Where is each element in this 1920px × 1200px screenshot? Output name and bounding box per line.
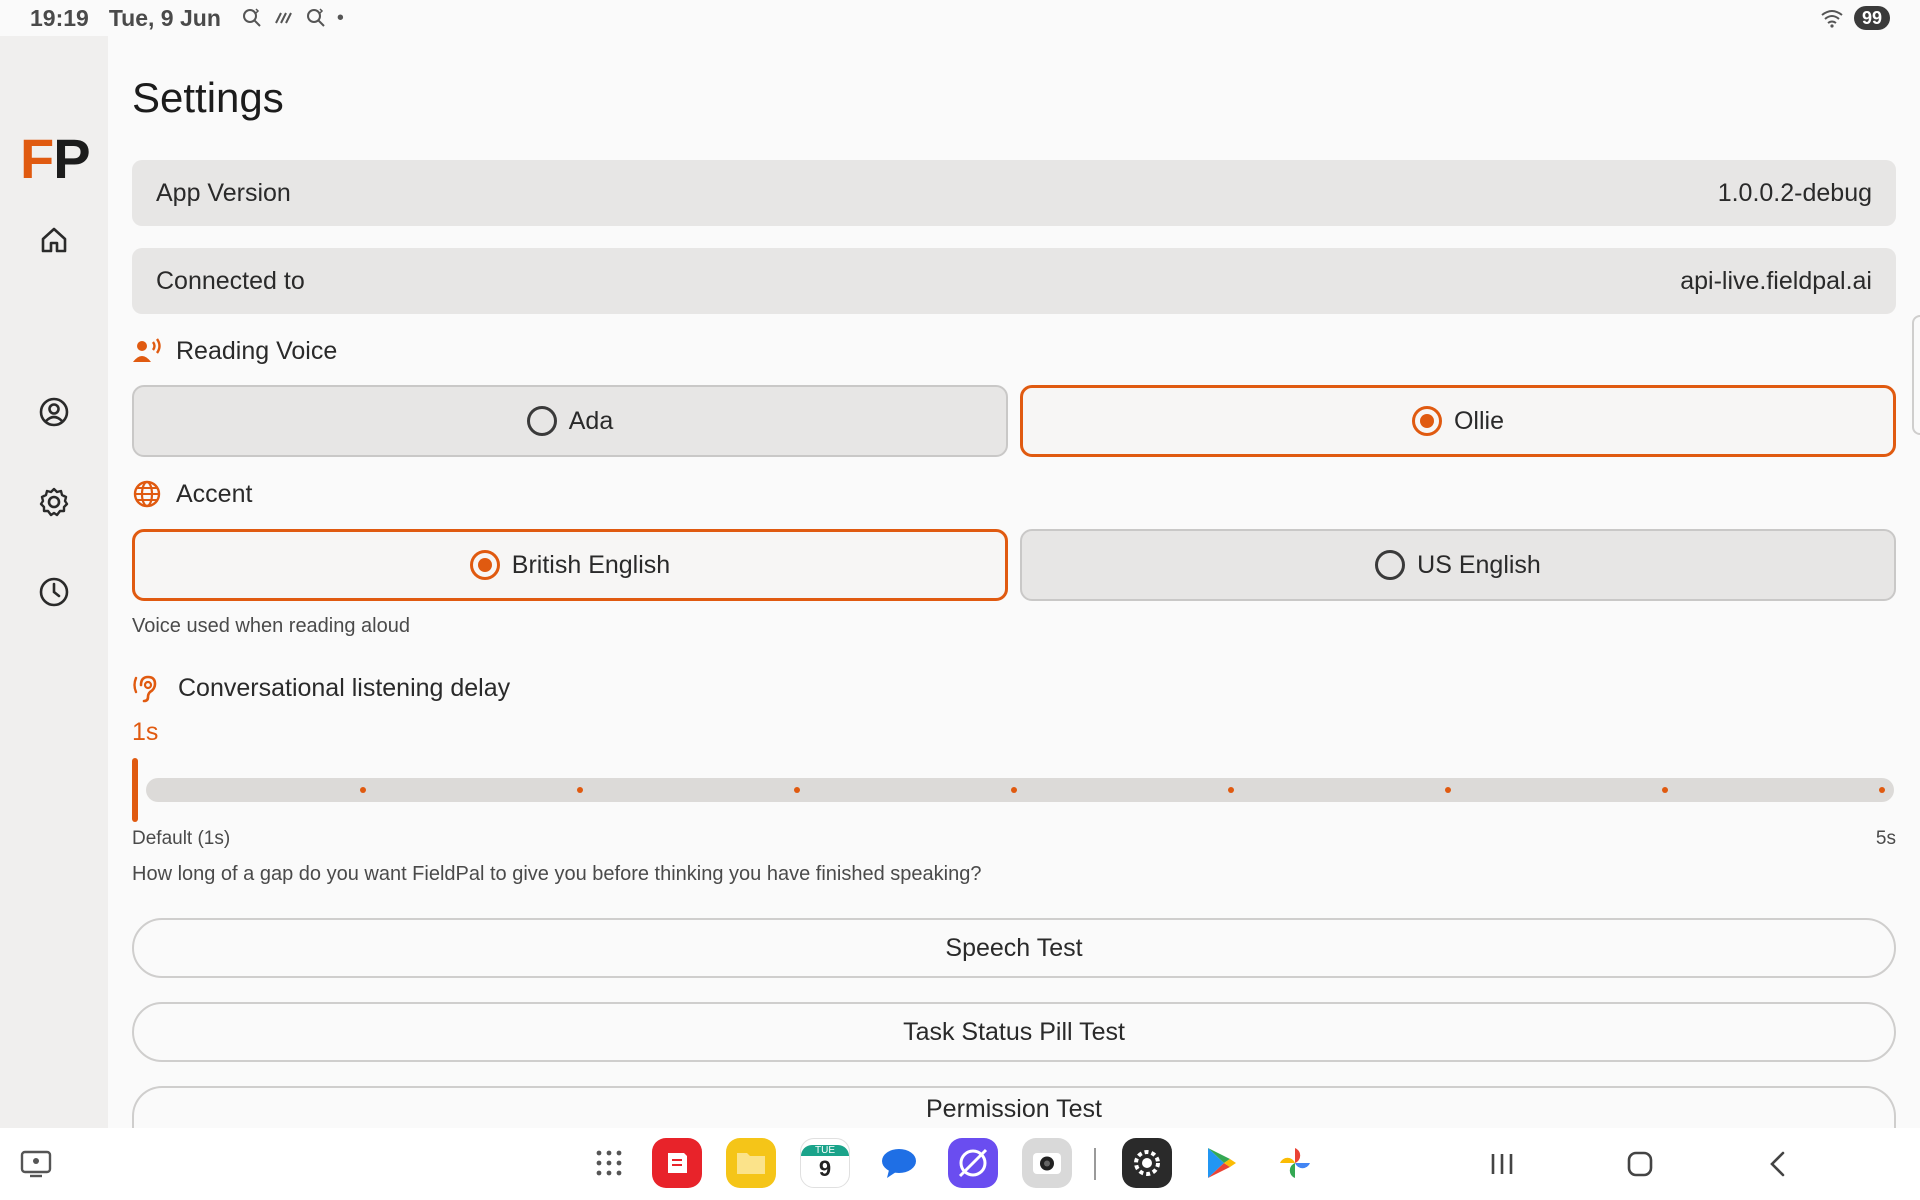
- taskbar: TUE 9: [0, 1128, 1920, 1200]
- radio-button[interactable]: [1375, 550, 1406, 580]
- status-time: 19:19: [30, 4, 89, 31]
- app-logo: FP: [20, 127, 91, 190]
- recent-screen-icon[interactable]: [18, 1146, 54, 1182]
- slider-tick: [360, 787, 366, 793]
- wifi-icon: [1821, 10, 1843, 28]
- radio-button-selected[interactable]: [469, 550, 500, 580]
- browser-app-icon[interactable]: [948, 1138, 998, 1188]
- slider-tick: [1228, 787, 1234, 793]
- speech-test-button[interactable]: Speech Test: [132, 918, 1896, 978]
- settings-icon[interactable]: [36, 484, 72, 520]
- permission-test-button[interactable]: Permission Test: [132, 1086, 1896, 1128]
- voice-option-ada[interactable]: Ada: [132, 385, 1008, 457]
- accent-option-british-english[interactable]: British English: [132, 529, 1008, 601]
- globe-icon: [133, 480, 161, 508]
- battery-indicator: 99: [1853, 6, 1890, 30]
- slider-tick: [1879, 787, 1885, 793]
- my-files-app-icon[interactable]: [726, 1138, 776, 1188]
- listening-delay-slider[interactable]: [132, 758, 1896, 828]
- listening-delay-heading: Conversational listening delay: [132, 673, 510, 703]
- app-version-value: 1.0.0.2-debug: [1717, 178, 1872, 207]
- navigation-rail: FP: [0, 36, 108, 1128]
- edge-panel-handle[interactable]: [1912, 315, 1920, 435]
- task-status-pill-test-button[interactable]: Task Status Pill Test: [132, 1002, 1896, 1062]
- accent-hint: Voice used when reading aloud: [132, 615, 410, 637]
- reading-voice-heading: Reading Voice: [132, 336, 337, 366]
- notification-icon: [306, 8, 325, 27]
- settings-app-icon[interactable]: [1122, 1138, 1172, 1188]
- play-store-icon[interactable]: [1196, 1138, 1246, 1188]
- accent-option-us-english[interactable]: US English: [1020, 529, 1896, 601]
- camera-app-icon[interactable]: [1022, 1138, 1072, 1188]
- dock-divider: [1094, 1148, 1096, 1180]
- connected-to-value: api-live.fieldpal.ai: [1680, 266, 1872, 295]
- history-icon[interactable]: [36, 574, 72, 610]
- slider-min-label: Default (1s): [132, 828, 231, 849]
- notification-icon: [274, 12, 292, 24]
- home-icon[interactable]: [36, 222, 72, 258]
- slider-tick: [577, 787, 583, 793]
- voice-option-ollie[interactable]: Ollie: [1020, 385, 1896, 457]
- status-bar: 19:19 Tue, 9 Jun • 99: [0, 0, 1920, 36]
- slider-max-label: 5s: [1875, 828, 1896, 849]
- app-drawer-icon[interactable]: [584, 1138, 634, 1188]
- speaking-person-icon: [133, 338, 161, 362]
- home-nav-icon[interactable]: [1622, 1146, 1658, 1182]
- recents-nav-icon[interactable]: [1484, 1146, 1520, 1182]
- slider-tick: [794, 787, 800, 793]
- accent-heading: Accent: [132, 479, 252, 509]
- slider-thumb[interactable]: [132, 758, 138, 822]
- connected-to-label: Connected to: [156, 266, 305, 295]
- notification-icons: •: [241, 7, 344, 30]
- page-title: Settings: [132, 74, 284, 121]
- more-notifications-dot: •: [336, 6, 344, 29]
- ear-icon: [133, 675, 157, 703]
- status-date: Tue, 9 Jun: [108, 4, 221, 31]
- slider-tick: [1662, 787, 1668, 793]
- radio-button-selected[interactable]: [1411, 406, 1442, 436]
- notes-app-icon[interactable]: [652, 1138, 702, 1188]
- profile-icon[interactable]: [36, 394, 72, 430]
- messages-app-icon[interactable]: [874, 1138, 924, 1188]
- calendar-app-icon[interactable]: TUE 9: [800, 1138, 850, 1188]
- radio-button[interactable]: [526, 406, 557, 436]
- back-nav-icon[interactable]: [1760, 1146, 1796, 1182]
- listening-delay-value: 1s: [132, 718, 159, 746]
- app-version-label: App Version: [156, 178, 291, 207]
- connected-to-row: Connected to api-live.fieldpal.ai: [132, 248, 1896, 314]
- slider-tick: [1445, 787, 1451, 793]
- app-version-row: App Version 1.0.0.2-debug: [132, 160, 1896, 226]
- photos-app-icon[interactable]: [1270, 1138, 1320, 1188]
- listening-delay-hint: How long of a gap do you want FieldPal t…: [132, 863, 982, 885]
- slider-tick: [1011, 787, 1017, 793]
- slider-track[interactable]: [146, 778, 1894, 802]
- notification-icon: [242, 8, 261, 27]
